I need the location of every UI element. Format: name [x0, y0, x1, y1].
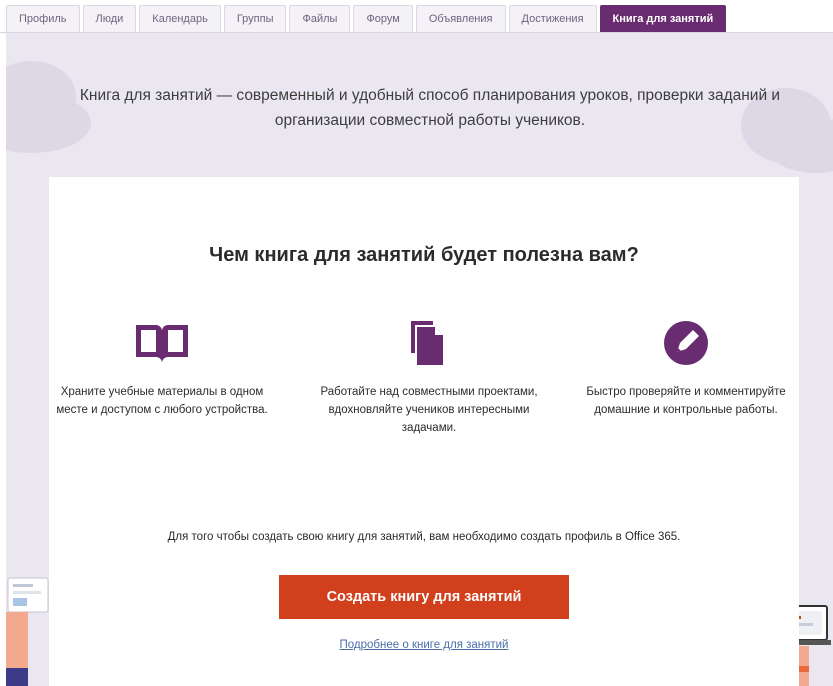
feature-text: Работайте над совместными проектами, вдо…: [320, 386, 538, 434]
tab-bar: Профиль Люди Календарь Группы Файлы Фору…: [0, 0, 833, 33]
feature-item: Быстро проверяйте и комментируйте домашн…: [576, 317, 796, 419]
learn-more-link[interactable]: Подробнее о книге для занятий: [49, 639, 799, 651]
create-notebook-button[interactable]: Создать книгу для занятий: [279, 575, 569, 619]
pen-icon: [664, 321, 708, 365]
feature-text: Храните учебные материалы в одном месте …: [56, 386, 268, 416]
tab-announcements[interactable]: Объявления: [415, 5, 506, 32]
tab-class-notebook[interactable]: Книга для занятий: [599, 5, 727, 32]
feature-text: Быстро проверяйте и комментируйте домашн…: [586, 386, 786, 416]
feature-item: Работайте над совместными проектами, вдо…: [319, 317, 539, 437]
tab-people[interactable]: Люди: [82, 5, 137, 32]
tab-profile[interactable]: Профиль: [6, 5, 80, 32]
tab-groups[interactable]: Группы: [223, 5, 287, 32]
info-card: Чем книга для занятий будет полезна вам?…: [49, 177, 799, 686]
card-title: Чем книга для занятий будет полезна вам?: [209, 244, 639, 266]
tab-calendar[interactable]: Календарь: [139, 5, 221, 32]
intro-text: Книга для занятий — современный и удобны…: [79, 87, 781, 129]
tab-files[interactable]: Файлы: [289, 5, 351, 32]
tab-forum[interactable]: Форум: [353, 5, 413, 32]
feature-item: Храните учебные материалы в одном месте …: [52, 317, 272, 419]
documents-icon: [411, 321, 443, 365]
office365-notice: Для того чтобы создать свою книгу для за…: [167, 531, 681, 543]
book-icon: [136, 325, 188, 363]
tab-achievements[interactable]: Достижения: [508, 5, 597, 32]
